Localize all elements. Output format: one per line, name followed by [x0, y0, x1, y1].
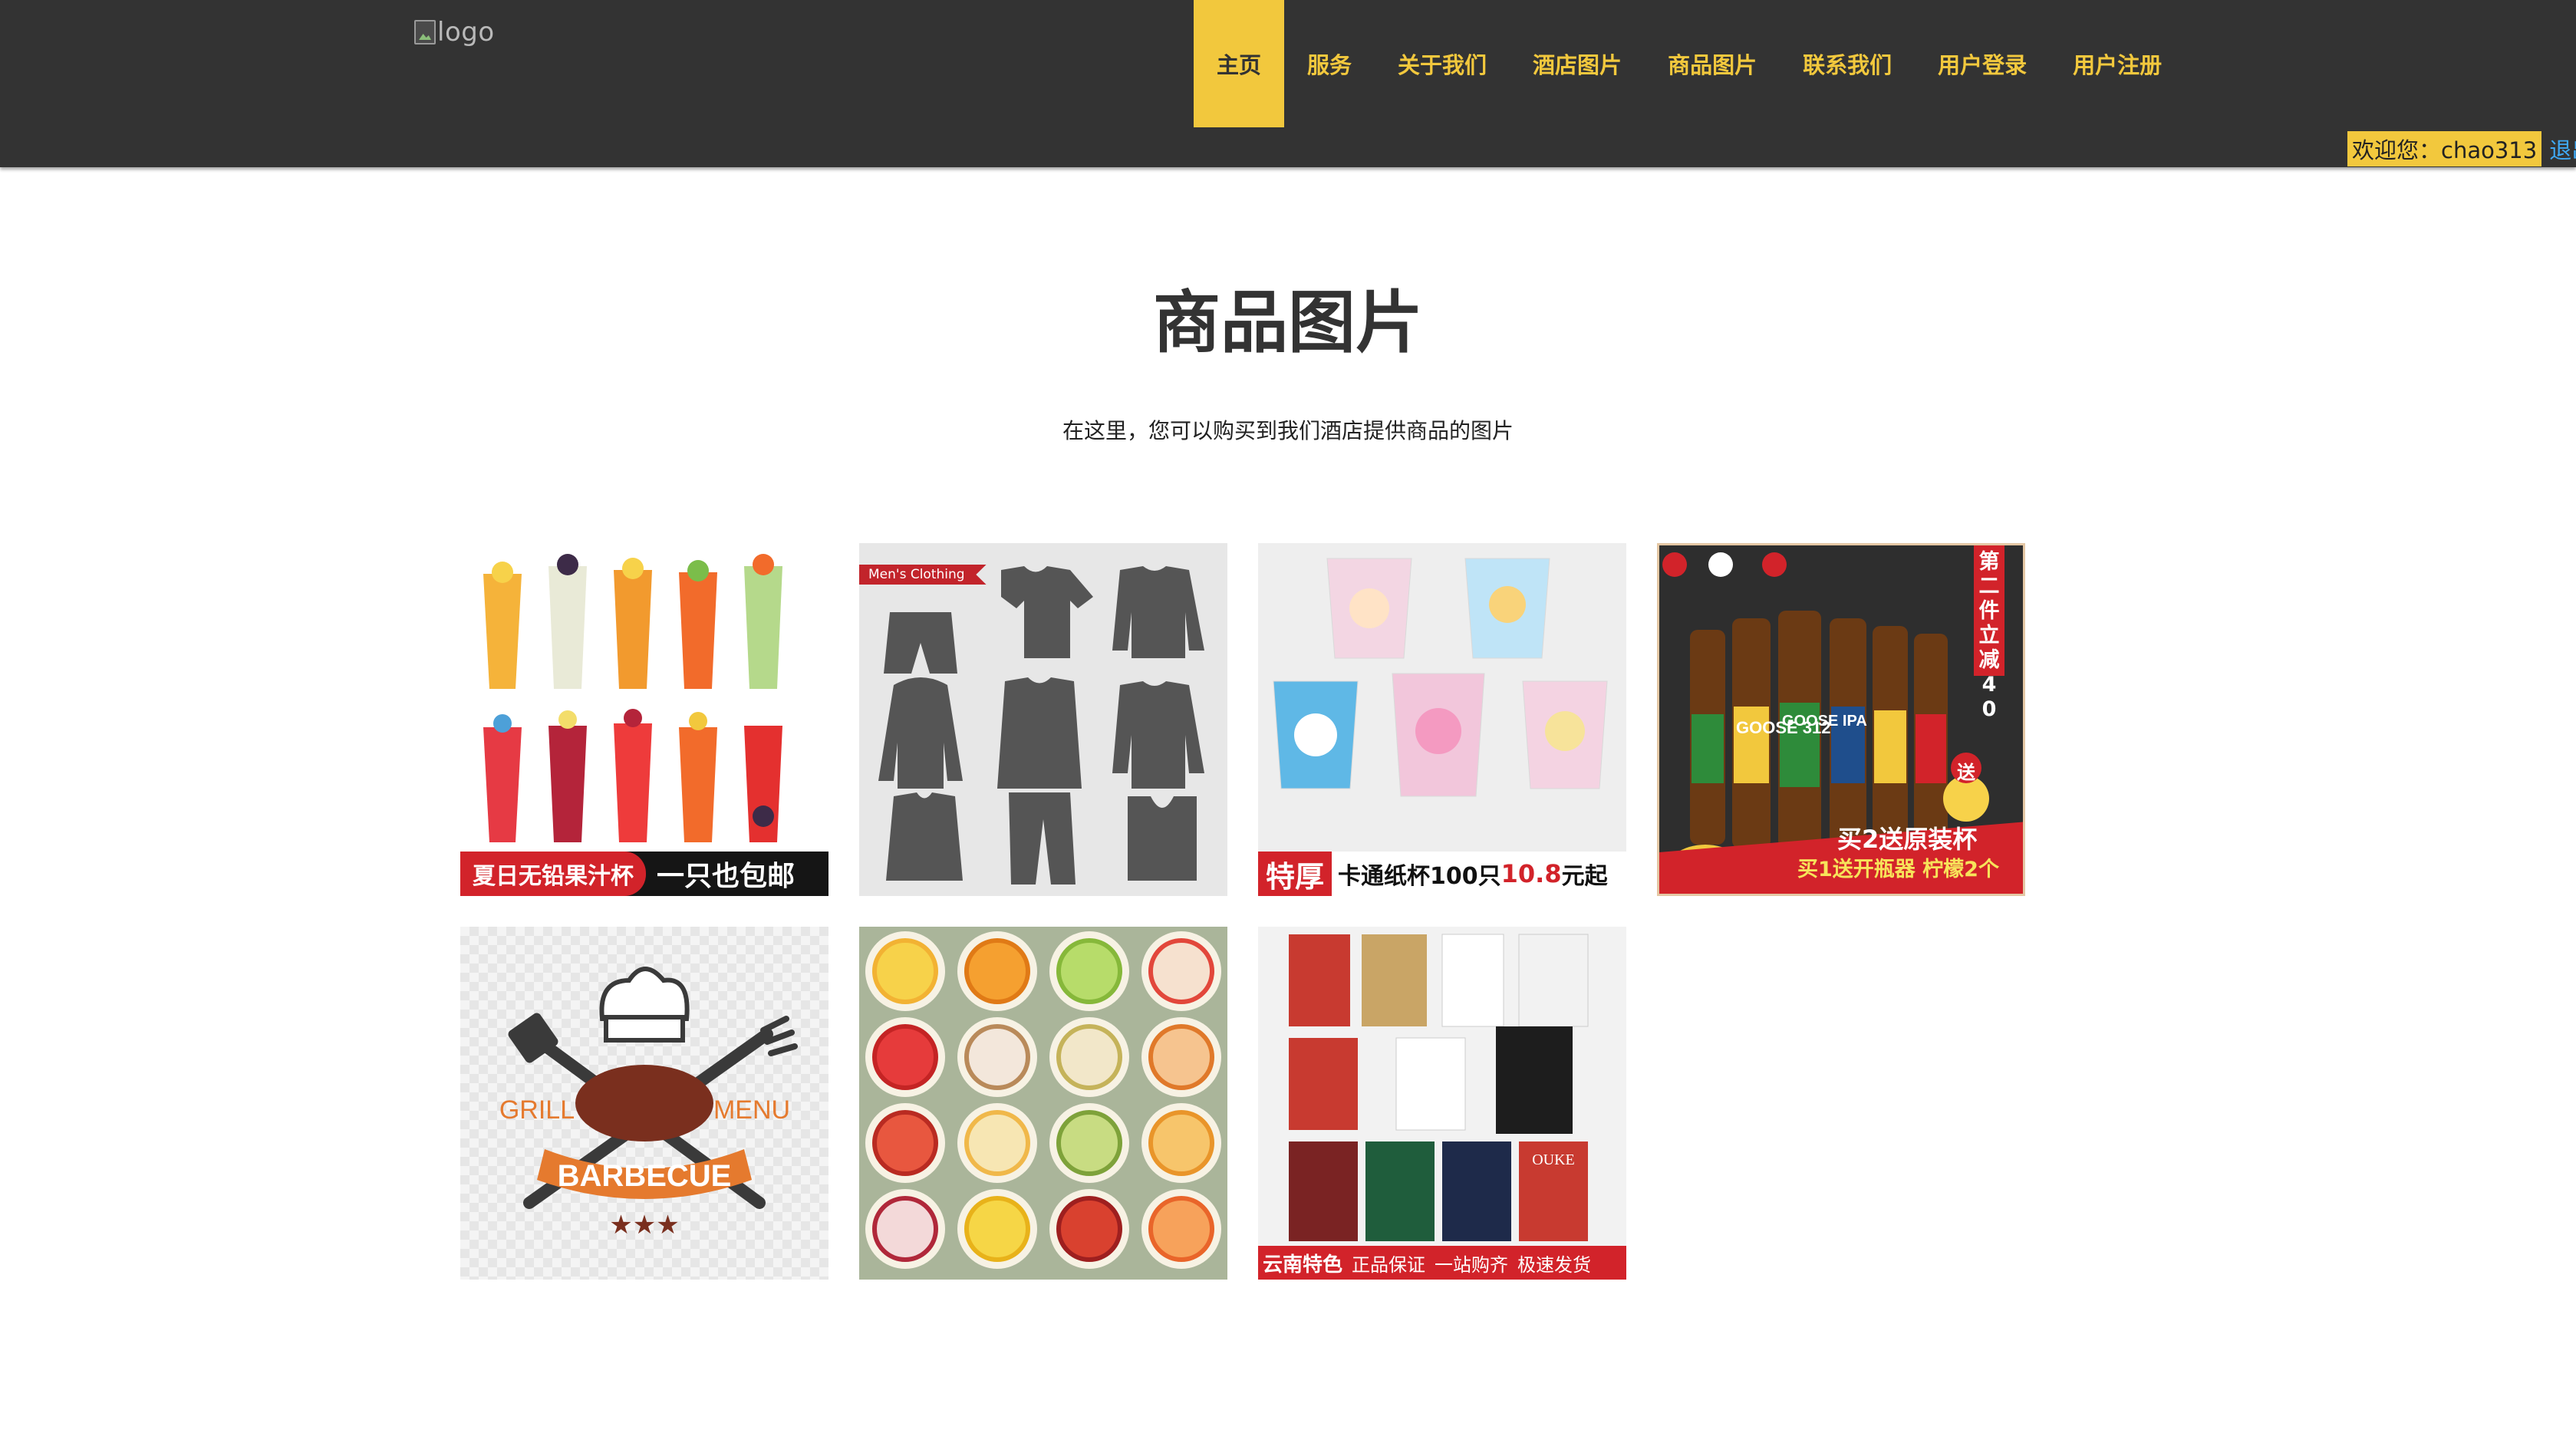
- product-card-cartoon-paper-cups[interactable]: 特厚 卡通纸杯100只 10.8 元起: [1258, 543, 1626, 896]
- mens-clothing-image: [878, 566, 1204, 885]
- product-card-fruit-slices[interactable]: [859, 927, 1227, 1280]
- fruit-slice: [964, 1110, 1030, 1176]
- fruit-slice: [1148, 938, 1214, 1004]
- nav-item-services[interactable]: 服务: [1284, 0, 1375, 127]
- page-subtitle: 在这里，您可以购买到我们酒店提供商品的图片: [1062, 418, 1514, 443]
- fruit-slice: [872, 1110, 938, 1176]
- product-gallery: 夏日无铅果汁杯 一只也包邮 Men's Clothing 特厚 卡通纸杯100只…: [460, 543, 2056, 1280]
- cigarettes-banner-left: 云南特色: [1263, 1253, 1343, 1277]
- juice-cups-image: [483, 554, 782, 842]
- craft-beer-side-text: 第二件立减40: [1978, 550, 2000, 721]
- nav-item-login[interactable]: 用户登录: [1915, 0, 2050, 127]
- fruit-slice: [1148, 1024, 1214, 1090]
- fruit-slice: [1056, 1196, 1122, 1262]
- nav-item-product-pictures[interactable]: 商品图片: [1645, 0, 1780, 127]
- craft-beer-promo-1: 买2送原装杯: [1837, 825, 1978, 854]
- logo[interactable]: logo: [414, 15, 495, 49]
- cigarettes-banner-item-2: 一站购齐: [1435, 1253, 1509, 1276]
- fruit-slice: [1056, 1110, 1122, 1176]
- juice-cups-banner: 夏日无铅果汁杯 一只也包邮: [460, 852, 828, 896]
- product-card-yunnan-cigarettes[interactable]: OUKE 云南特色 正品保证 一站购齐 极速发货: [1258, 927, 1626, 1280]
- fruit-slices-image: [865, 931, 1221, 1269]
- product-card-craft-beer[interactable]: GOOSE 312 GOOSE IPA 第二件立减40 送 买2送原装杯 买1送…: [1657, 543, 2025, 896]
- welcome-text: 欢迎您：chao313: [2347, 131, 2542, 166]
- nav-item-about[interactable]: 关于我们: [1375, 0, 1510, 127]
- craft-beer-gift-badge: 送: [1957, 762, 1975, 783]
- fruit-slice: [1056, 1024, 1122, 1090]
- fruit-slice: [1148, 1196, 1214, 1262]
- juice-cups-banner-left: 夏日无铅果汁杯: [460, 852, 646, 896]
- cigarettes-image: OUKE: [1289, 934, 1589, 1241]
- svg-text:★★★: ★★★: [609, 1210, 679, 1240]
- user-welcome: 欢迎您：chao313 退出: [2347, 131, 2576, 166]
- product-card-barbecue[interactable]: BARBECUE GRILL MENU ★★★: [460, 927, 828, 1280]
- fruit-slice: [964, 1024, 1030, 1090]
- nav-item-contact[interactable]: 联系我们: [1780, 0, 1915, 127]
- cartoon-cups-banner-price: 10.8: [1500, 859, 1562, 888]
- fruit-slice: [1148, 1110, 1214, 1176]
- fruit-slice: [872, 1024, 938, 1090]
- barbecue-word-left: GRILL: [499, 1095, 575, 1125]
- site-header: logo 主页 服务 关于我们 酒店图片 商品图片 联系我们 用户登录 用户注册…: [0, 0, 2576, 167]
- juice-cups-banner-right: 一只也包邮: [657, 861, 796, 892]
- cartoon-cups-banner-text: 卡通纸杯100只: [1338, 863, 1501, 890]
- mens-clothing-tag: Men's Clothing: [859, 565, 987, 585]
- logout-link[interactable]: 退出: [2549, 133, 2576, 165]
- cigarettes-banner-item-1: 正品保证: [1352, 1253, 1426, 1276]
- fruit-slice: [872, 1196, 938, 1262]
- cartoon-cups-banner-tag: 特厚: [1258, 852, 1332, 896]
- cigarettes-banner: 云南特色 正品保证 一站购齐 极速发货: [1258, 1246, 1626, 1280]
- barbecue-logo-image: BARBECUE GRILL MENU ★★★: [499, 967, 798, 1240]
- product-card-mens-clothing[interactable]: Men's Clothing: [859, 543, 1227, 896]
- broken-image-icon: [414, 20, 436, 44]
- craft-beer-promo-2: 买1送开瓶器 柠檬2个: [1797, 858, 1999, 881]
- nav-item-home[interactable]: 主页: [1194, 0, 1285, 127]
- fruit-slice: [964, 1196, 1030, 1262]
- cartoon-cups-banner: 特厚 卡通纸杯100只 10.8 元起: [1258, 852, 1626, 896]
- logo-alt-text: logo: [437, 17, 495, 48]
- main-nav: 主页 服务 关于我们 酒店图片 商品图片 联系我们 用户登录 用户注册: [1194, 0, 2185, 127]
- cigarette-pack-text: OUKE: [1532, 1151, 1575, 1168]
- cigarettes-banner-item-3: 极速发货: [1517, 1253, 1592, 1276]
- page-title: 商品图片: [1152, 283, 1423, 362]
- cartoon-cups-image: [1273, 558, 1608, 797]
- nav-item-hotel-pictures[interactable]: 酒店图片: [1510, 0, 1645, 127]
- fruit-slice: [872, 938, 938, 1004]
- barbecue-ribbon-text: BARBECUE: [558, 1159, 732, 1193]
- fruit-slice: [964, 938, 1030, 1004]
- product-card-juice-cups[interactable]: 夏日无铅果汁杯 一只也包邮: [460, 543, 828, 896]
- fruit-slice: [1056, 938, 1122, 1004]
- cartoon-cups-banner-suffix: 元起: [1561, 863, 1608, 890]
- barbecue-word-right: MENU: [713, 1095, 790, 1125]
- nav-item-register[interactable]: 用户注册: [2050, 0, 2185, 127]
- beer-label-goose-ipa: GOOSE IPA: [1782, 713, 1867, 730]
